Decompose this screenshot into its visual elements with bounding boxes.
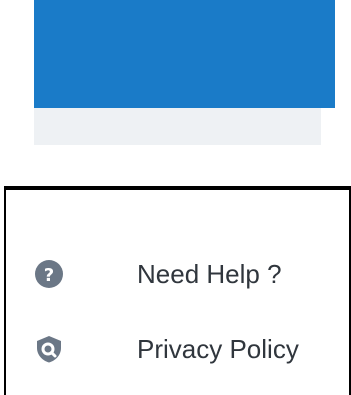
question-circle-icon: ? bbox=[34, 259, 64, 289]
svg-text:?: ? bbox=[44, 265, 54, 286]
menu-item-label: Privacy Policy bbox=[137, 333, 299, 364]
menu-item-privacy-policy[interactable]: Privacy Policy bbox=[34, 329, 299, 369]
shield-search-icon bbox=[34, 334, 64, 364]
menu-left-edge bbox=[4, 190, 6, 395]
header-right-edge bbox=[34, 0, 335, 108]
screenshot-stage: ? NU ? Need Help ? bbox=[0, 0, 351, 395]
help-menu-dropdown: ? Need Help ? Privacy Policy bbox=[4, 186, 351, 395]
header-crop: ? NU bbox=[34, 0, 335, 145]
header-lower-area bbox=[34, 108, 321, 145]
menu-item-label: Need Help ? bbox=[137, 258, 282, 289]
menu-item-need-help[interactable]: ? Need Help ? bbox=[34, 254, 282, 294]
